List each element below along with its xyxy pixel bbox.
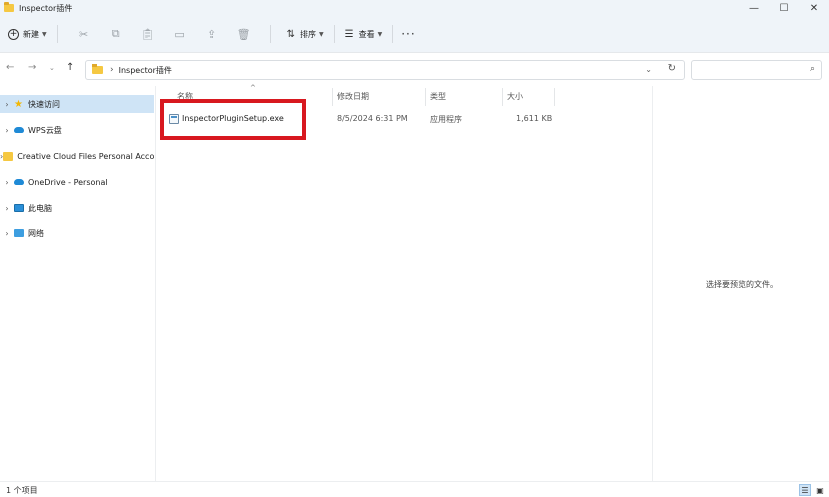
chevron-down-icon: ▼	[42, 30, 47, 38]
column-header-type[interactable]: 类型	[430, 91, 446, 102]
chevron-down-icon: ▼	[377, 30, 383, 38]
sidebar-item-label: Creative Cloud Files Personal Account	[17, 151, 154, 161]
window-controls: — ☐ ✕	[739, 0, 829, 16]
file-size: 1,611 KB	[516, 114, 553, 123]
chevron-right-icon[interactable]: ›	[0, 126, 14, 135]
network-icon	[14, 229, 24, 237]
command-bar: + 新建 ▼ ✂ ⧉ 📋︎ ▭ ⇪ 🗑︎ ⇅ 排序 ▼ ☰ 查看 ▼ ···	[0, 16, 829, 52]
column-divider[interactable]	[554, 88, 555, 106]
search-icon[interactable]: ⌕	[810, 64, 815, 74]
navigation-pane: › ★ 快速访问 › WPS云盘 › Creative Cloud Files …	[0, 86, 156, 481]
cut-icon[interactable]: ✂	[68, 22, 100, 46]
folder-icon	[4, 2, 14, 12]
address-path[interactable]: Inspector插件	[119, 65, 172, 76]
recent-chevron-icon[interactable]: ⌄	[49, 64, 55, 72]
sidebar-item-network[interactable]: › 网络	[0, 224, 154, 242]
chevron-down-icon[interactable]: ⌄	[645, 65, 652, 74]
delete-icon[interactable]: 🗑︎	[228, 22, 260, 46]
back-arrow-icon[interactable]: ←	[6, 62, 14, 73]
sort-icon: ⇅	[286, 28, 296, 40]
details-view-icon[interactable]: ☰	[799, 484, 811, 496]
close-button[interactable]: ✕	[799, 0, 829, 16]
window-title: Inspector插件	[19, 3, 73, 13]
more-options-button[interactable]: ···	[401, 27, 415, 41]
column-divider[interactable]	[332, 88, 333, 106]
tiles-view-icon[interactable]: ▣	[814, 484, 826, 496]
chevron-right-icon[interactable]: ›	[110, 65, 114, 75]
sidebar-item-label: WPS云盘	[28, 125, 62, 135]
chevron-down-icon: ▼	[319, 30, 324, 38]
sidebar-item-label: OneDrive - Personal	[28, 177, 108, 187]
status-bar: 1 个项目 ☰ ▣	[0, 481, 829, 497]
maximize-button[interactable]: ☐	[769, 0, 799, 16]
star-icon: ★	[14, 98, 23, 110]
onedrive-icon	[14, 179, 24, 185]
forward-arrow-icon[interactable]: →	[28, 62, 36, 73]
sidebar-item-this-pc[interactable]: › 此电脑	[0, 199, 154, 217]
preview-message: 选择要预览的文件。	[706, 280, 778, 289]
view-button[interactable]: ☰ 查看 ▼	[339, 29, 389, 40]
computer-icon	[14, 204, 24, 212]
sort-up-icon: ^	[250, 84, 256, 92]
divider	[392, 25, 394, 43]
cloud-icon	[14, 127, 24, 133]
rename-icon[interactable]: ▭	[164, 22, 196, 46]
highlight-box	[160, 99, 306, 140]
preview-pane: 选择要预览的文件。	[652, 86, 829, 481]
sidebar-item-creative-cloud[interactable]: › Creative Cloud Files Personal Account	[0, 147, 154, 165]
view-label: 查看	[358, 29, 375, 39]
file-type: 应用程序	[430, 115, 462, 124]
up-arrow-icon[interactable]: ↑	[66, 62, 74, 73]
column-header-size[interactable]: 大小	[507, 91, 523, 102]
chevron-right-icon[interactable]: ›	[0, 178, 14, 187]
minimize-button[interactable]: —	[739, 0, 769, 16]
column-divider[interactable]	[502, 88, 503, 106]
add-icon: +	[8, 28, 19, 40]
chevron-right-icon[interactable]: ›	[0, 204, 14, 213]
sidebar-item-label: 此电脑	[28, 203, 52, 213]
title-bar: Inspector插件 — ☐ ✕	[0, 0, 829, 16]
sidebar-item-label: 快速访问	[28, 99, 60, 109]
copy-icon[interactable]: ⧉	[100, 22, 132, 46]
column-header-modified[interactable]: 修改日期	[337, 91, 369, 102]
address-input[interactable]: › Inspector插件 ⌄ ↻	[85, 60, 685, 80]
new-label: 新建	[23, 29, 39, 39]
sidebar-item-wps-cloud[interactable]: › WPS云盘	[0, 121, 154, 139]
search-input[interactable]: ⌕	[691, 60, 822, 80]
sort-label: 排序	[300, 29, 317, 39]
share-icon[interactable]: ⇪	[196, 22, 228, 46]
sidebar-item-quick-access[interactable]: › ★ 快速访问	[0, 95, 154, 113]
new-button[interactable]: + 新建 ▼	[8, 28, 47, 40]
paste-icon[interactable]: 📋︎	[132, 22, 164, 46]
folder-icon	[92, 64, 103, 74]
divider	[56, 25, 58, 43]
sort-button[interactable]: ⇅ 排序 ▼	[281, 29, 330, 40]
divider	[269, 25, 271, 43]
refresh-icon[interactable]: ↻	[668, 63, 676, 74]
folder-icon	[3, 151, 14, 161]
file-modified: 8/5/2024 6:31 PM	[337, 114, 408, 123]
chevron-right-icon[interactable]: ›	[0, 229, 14, 238]
file-list: ^ 名称 修改日期 类型 大小 InspectorPluginSetup.exe…	[157, 84, 652, 481]
divider	[333, 25, 335, 43]
sidebar-item-label: 网络	[28, 228, 44, 238]
item-count: 1 个项目	[6, 486, 38, 495]
sidebar-item-onedrive[interactable]: › OneDrive - Personal	[0, 173, 154, 191]
address-bar-row: ← → ⌄ ↑ › Inspector插件 ⌄ ↻ ⌕	[0, 52, 829, 85]
view-icon: ☰	[344, 28, 354, 40]
column-divider[interactable]	[425, 88, 426, 106]
chevron-right-icon[interactable]: ›	[0, 100, 14, 109]
